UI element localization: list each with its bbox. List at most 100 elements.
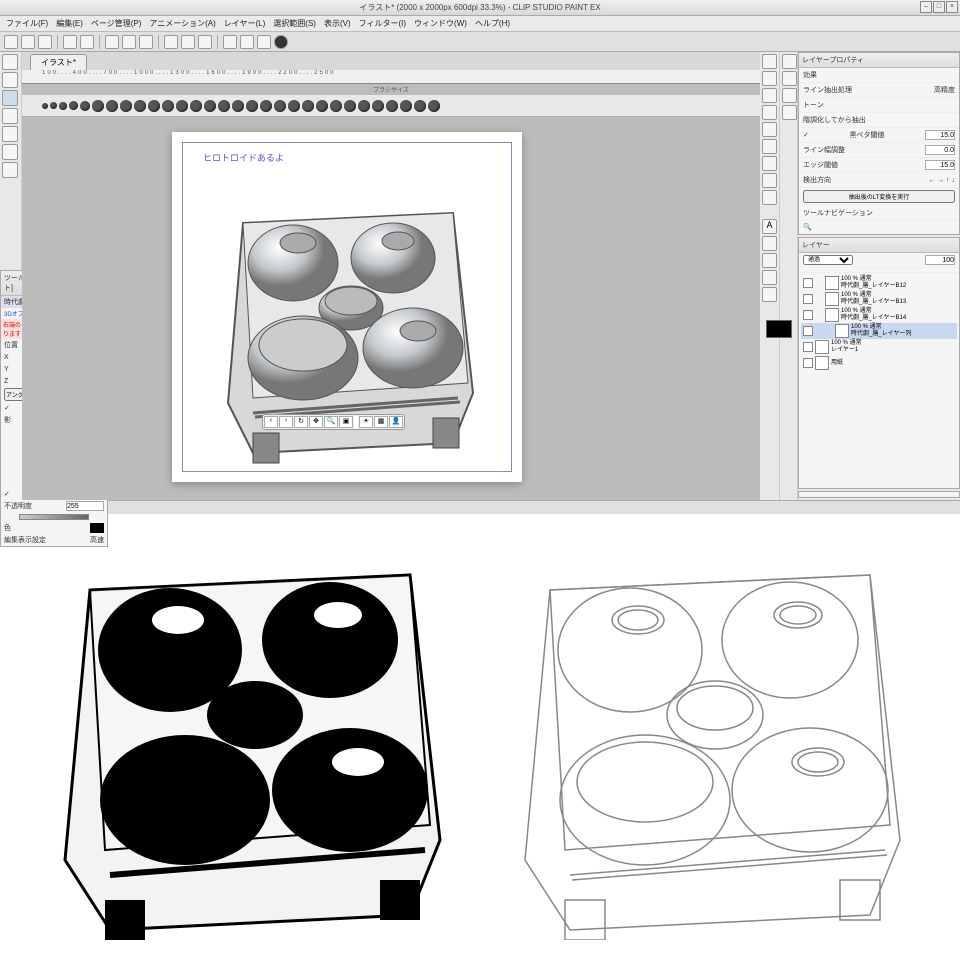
brush-dot[interactable] — [204, 100, 216, 112]
tone-label[interactable]: トーン — [803, 100, 824, 110]
layer-row[interactable]: 100 % 通常時代劇_膳_レイヤーB12 — [801, 275, 957, 291]
tool-grid-icon[interactable] — [223, 35, 237, 49]
brush-dot[interactable] — [190, 100, 202, 112]
tool-redo-icon[interactable] — [80, 35, 94, 49]
balloon-icon[interactable] — [762, 236, 777, 251]
brush-dot[interactable] — [120, 100, 132, 112]
eyedrop-icon[interactable] — [762, 190, 777, 205]
brush-dot[interactable] — [330, 100, 342, 112]
brush-dot[interactable] — [92, 100, 104, 112]
maximize-button[interactable]: □ — [933, 1, 945, 13]
brush-dot[interactable] — [302, 100, 314, 112]
rect-select-icon[interactable] — [762, 122, 777, 137]
visibility-icon[interactable] — [803, 294, 813, 304]
brush-dot[interactable] — [134, 100, 146, 112]
brush-dot[interactable] — [288, 100, 300, 112]
crop-icon[interactable] — [762, 173, 777, 188]
postproc-label[interactable]: 階調化してから抽出 — [803, 115, 866, 125]
nav-move-icon[interactable]: ✥ — [309, 416, 323, 428]
tool-undo-icon[interactable] — [63, 35, 77, 49]
magnify-icon[interactable] — [762, 54, 777, 69]
visibility-icon[interactable] — [803, 326, 813, 336]
menu-view[interactable]: 表示(V) — [322, 18, 353, 29]
hand-icon[interactable] — [762, 71, 777, 86]
linewidth-input[interactable] — [925, 145, 955, 155]
nav-camera-icon[interactable]: ▣ — [339, 416, 353, 428]
tool-zoom-icon[interactable] — [164, 35, 178, 49]
tool-cut-icon[interactable] — [105, 35, 119, 49]
blackfill-input[interactable] — [925, 130, 955, 140]
brush-dot[interactable] — [316, 100, 328, 112]
brush-dot[interactable] — [344, 100, 356, 112]
magnify-icon[interactable] — [2, 54, 18, 70]
menu-file[interactable]: ファイル(F) — [4, 18, 50, 29]
move-icon[interactable] — [2, 72, 18, 88]
tool-copy-icon[interactable] — [122, 35, 136, 49]
menu-window[interactable]: ウィンドウ(W) — [412, 18, 469, 29]
tool-paste-icon[interactable] — [139, 35, 153, 49]
eraser-icon[interactable] — [2, 144, 18, 160]
brush-dot[interactable] — [50, 102, 57, 109]
opacity-input[interactable] — [66, 501, 104, 511]
wand-icon[interactable] — [762, 156, 777, 171]
gradient-icon[interactable] — [762, 287, 777, 302]
brush-dot[interactable] — [106, 100, 118, 112]
brush-dot[interactable] — [232, 100, 244, 112]
history-icon[interactable] — [782, 105, 797, 120]
menu-anim[interactable]: アニメーション(A) — [147, 18, 217, 29]
brush-dot[interactable] — [59, 102, 67, 110]
visibility-icon[interactable] — [803, 278, 813, 288]
brush-dot[interactable] — [372, 100, 384, 112]
opacity-slider[interactable] — [19, 514, 89, 520]
nav-rotate-icon[interactable]: ↻ — [294, 416, 308, 428]
brush-dot[interactable] — [358, 100, 370, 112]
nav-user-icon[interactable]: 👤 — [389, 416, 403, 428]
menu-edit[interactable]: 編集(E) — [54, 18, 85, 29]
menu-filter[interactable]: フィルター(I) — [357, 18, 408, 29]
brush-dot[interactable] — [414, 100, 426, 112]
minimize-button[interactable]: – — [920, 1, 932, 13]
brush-dot[interactable] — [386, 100, 398, 112]
rotate-icon[interactable] — [762, 88, 777, 103]
brush-dot[interactable] — [400, 100, 412, 112]
brush-dot[interactable] — [69, 101, 78, 110]
edge-input[interactable] — [925, 160, 955, 170]
brush-dot[interactable] — [162, 100, 174, 112]
visibility-icon[interactable] — [803, 310, 813, 320]
tool-open-icon[interactable] — [21, 35, 35, 49]
brush-dot[interactable] — [176, 100, 188, 112]
frame-icon[interactable] — [762, 253, 777, 268]
operation-icon[interactable] — [2, 90, 18, 106]
color-set-icon[interactable] — [782, 71, 797, 86]
visibility-icon[interactable] — [803, 342, 813, 352]
tool-snap-icon[interactable] — [257, 35, 271, 49]
pen-icon[interactable] — [2, 108, 18, 124]
layer-opacity-input[interactable] — [925, 255, 955, 265]
menu-select[interactable]: 選択範囲(S) — [271, 18, 318, 29]
visibility-icon[interactable] — [803, 358, 813, 368]
nav-grid-icon[interactable]: ▦ — [374, 416, 388, 428]
blend-mode-select[interactable]: 通過 — [803, 255, 853, 265]
color-wheel-icon[interactable] — [782, 54, 797, 69]
tool-flip-icon[interactable] — [198, 35, 212, 49]
menu-help[interactable]: ヘルプ(H) — [473, 18, 512, 29]
brush-dot[interactable] — [80, 101, 90, 111]
color-mix-icon[interactable] — [782, 88, 797, 103]
nav-search-icon[interactable]: 🔍 — [803, 223, 812, 231]
brush-dot[interactable] — [148, 100, 160, 112]
tool-rotate-icon[interactable] — [181, 35, 195, 49]
brush-dot[interactable] — [218, 100, 230, 112]
layer-row[interactable]: 100 % 通常時代劇_膳_レイヤーB14 — [801, 307, 957, 323]
tool-info-icon[interactable] — [274, 35, 288, 49]
color-swatch[interactable] — [90, 523, 104, 533]
lasso-icon[interactable] — [762, 105, 777, 120]
nav-zoom-icon[interactable]: 🔍 — [324, 416, 338, 428]
layer-row[interactable]: 100 % 通常レイヤー1 — [801, 339, 957, 355]
fill-icon[interactable] — [2, 162, 18, 178]
layer-row[interactable]: 100 % 通常時代劇_膳_レイヤーB13 — [801, 291, 957, 307]
ruler-icon[interactable] — [762, 270, 777, 285]
nav-light-icon[interactable]: ☀ — [359, 416, 373, 428]
lineext-label[interactable]: ライン抽出処理 — [803, 85, 852, 95]
tool-save-icon[interactable] — [38, 35, 52, 49]
ellipse-icon[interactable] — [762, 139, 777, 154]
